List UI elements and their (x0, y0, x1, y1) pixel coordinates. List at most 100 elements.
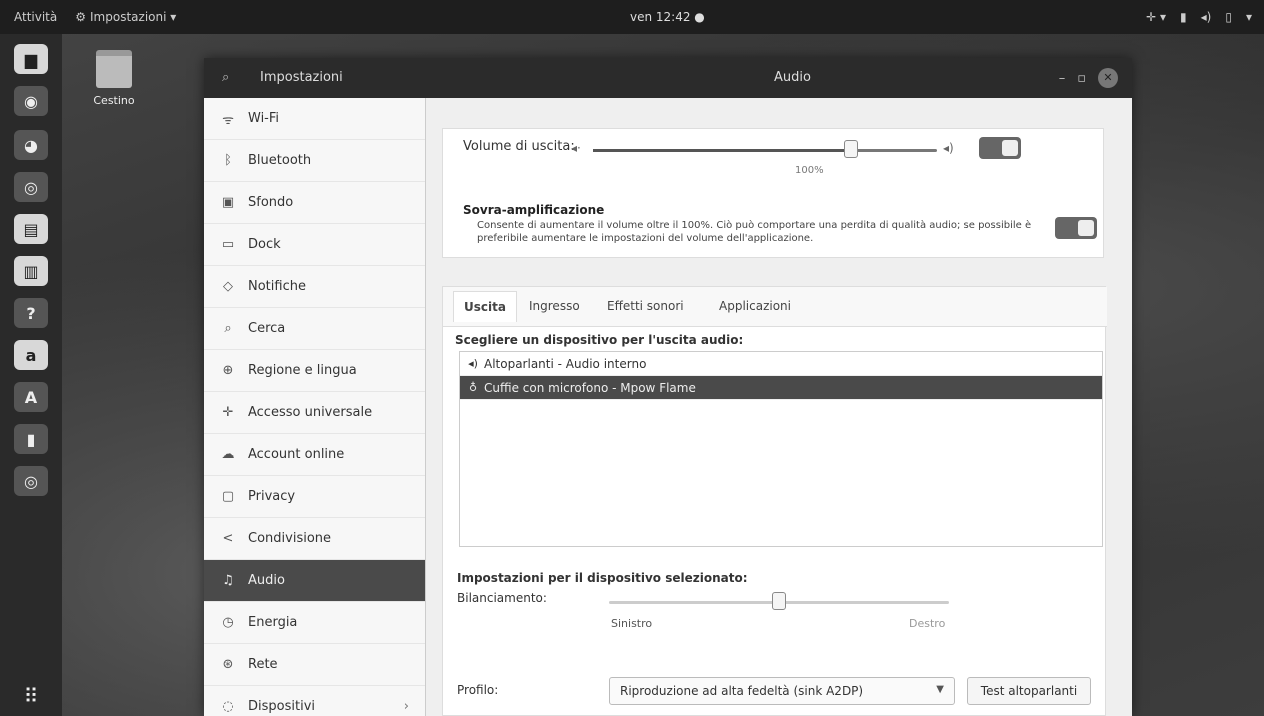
close-icon[interactable]: ✕ (1098, 68, 1118, 88)
chevron-right-icon: › (403, 699, 409, 714)
balance-right-label: Destro (909, 617, 946, 630)
sidebar-item-notifiche[interactable]: ◇ Notifiche (204, 266, 425, 308)
volume-panel: Volume di uscita: ◂· 100% ◂) Sovra-ampli… (442, 128, 1104, 258)
show-apps-icon[interactable]: ⠿ (18, 684, 44, 710)
activities-button[interactable]: Attività (14, 10, 57, 24)
sidebar-item-sfondo[interactable]: ▣ Sfondo (204, 182, 425, 224)
sidebar-item-cerca[interactable]: ⌕ Cerca (204, 308, 425, 350)
maximize-icon[interactable]: ▫ (1077, 71, 1086, 86)
sidebar-item-bluetooth[interactable]: ᛒ Bluetooth (204, 140, 425, 182)
background-icon: ▣ (221, 195, 235, 210)
sidebar-item-label: Condivisione (248, 531, 332, 546)
software-icon[interactable]: A (14, 382, 48, 412)
top-bar: Attività ⚙ Impostazioni ▾ ven 12:42 ● ✛ … (0, 0, 1264, 34)
volume-slider-knob[interactable] (844, 140, 858, 158)
audio-tab-bar: Uscita Ingresso Effetti sonori Applicazi… (443, 287, 1107, 327)
trash-desktop-icon[interactable]: Cestino (88, 50, 140, 107)
device-label: Cuffie con microfono - Mpow Flame (484, 380, 696, 395)
devices-icon: ◌ (222, 699, 234, 714)
network-icon[interactable]: ▮ (1180, 10, 1187, 24)
sidebar-item-accesso-universale[interactable]: ✛ Accesso universale (204, 392, 425, 434)
sidebar-item-audio[interactable]: ♫ Audio (204, 560, 425, 602)
sidebar-item-dock[interactable]: ▭ Dock (204, 224, 425, 266)
sidebar-item-label: Notifiche (248, 279, 306, 294)
notifications-icon: ◇ (223, 279, 233, 294)
tab-input[interactable]: Ingresso (529, 299, 580, 313)
chevron-down-icon: ▼ (936, 684, 944, 695)
minimize-icon[interactable]: – (1059, 71, 1066, 86)
amazon-icon[interactable]: a (14, 340, 48, 370)
headset-icon: ♁ (468, 381, 478, 394)
share-icon: < (222, 531, 234, 546)
page-title: Audio (774, 70, 811, 85)
sidebar-item-rete[interactable]: ⊛ Rete (204, 644, 425, 686)
sidebar-item-label: Accesso universale (248, 405, 373, 420)
profile-value: Riproduzione ad alta fedeltà (sink A2DP) (620, 684, 864, 698)
music-icon: ♫ (222, 573, 234, 588)
settings-window: ⌕ Impostazioni Audio – ▫ ✕ ᯤ Wi-Fi ᛒ Blueto… (204, 58, 1132, 716)
app-menu[interactable]: ⚙ Impostazioni ▾ (75, 10, 176, 24)
volume-slider-fill (593, 149, 851, 152)
balance-slider-knob[interactable] (772, 592, 786, 610)
sidebar-item-label: Cerca (248, 321, 286, 336)
device-label: Altoparlanti - Audio interno (484, 356, 647, 371)
bluetooth-icon: ᛒ (224, 153, 232, 168)
search-icon: ⌕ (224, 321, 232, 336)
output-volume-label: Volume di uscita: (463, 139, 575, 154)
window-app-title: Impostazioni (260, 70, 343, 85)
network-icon: ⊛ (222, 657, 234, 672)
system-tray[interactable]: ✛ ▾ ▮ ◂) ▯ ▾ (1146, 10, 1252, 24)
tab-sound-effects[interactable]: Effetti sonori (607, 299, 684, 313)
accessibility-icon[interactable]: ✛ ▾ (1146, 10, 1166, 24)
device-settings-label: Impostazioni per il dispositivo selezion… (457, 571, 748, 585)
amplification-toggle[interactable] (1055, 217, 1097, 239)
sidebar-item-wi-fi[interactable]: ᯤ Wi-Fi (204, 98, 425, 140)
clock[interactable]: ven 12:42 ● (630, 10, 705, 24)
libreoffice-impress-icon[interactable]: ▥ (14, 256, 48, 286)
files-icon[interactable]: ▆ (14, 44, 48, 74)
output-volume-slider[interactable] (593, 149, 937, 152)
cloud-icon: ☁ (221, 447, 235, 462)
volume-icon[interactable]: ◂) (1201, 10, 1212, 24)
sidebar-item-label: Rete (248, 657, 278, 672)
sidebar-item-condivisione[interactable]: < Condivisione (204, 518, 425, 560)
mute-toggle[interactable] (979, 137, 1021, 159)
help-icon[interactable]: ? (14, 298, 48, 328)
sidebar-item-label: Bluetooth (248, 153, 312, 168)
dock-icon: ▭ (221, 237, 235, 252)
disc-icon[interactable]: ◎ (14, 466, 48, 496)
sidebar-item-dispositivi[interactable]: ◌ Dispositivi › (204, 686, 425, 716)
sidebar-item-energia[interactable]: ◷ Energia (204, 602, 425, 644)
window-titlebar[interactable]: ⌕ Impostazioni Audio – ▫ ✕ (204, 58, 1132, 98)
sidebar-item-label: Regione e lingua (248, 363, 357, 378)
profile-label: Profilo: (457, 683, 499, 697)
usb-icon[interactable]: ▮ (14, 424, 48, 454)
settings-app-icon: ⚙ (75, 10, 87, 24)
device-row[interactable]: ◂) Altoparlanti - Audio interno (460, 352, 1102, 376)
amplification-title: Sovra-amplificazione (463, 203, 605, 217)
profile-dropdown[interactable]: Riproduzione ad alta fedeltà (sink A2DP)… (609, 677, 955, 705)
sidebar-item-account-online[interactable]: ☁ Account online (204, 434, 425, 476)
balance-left-label: Sinistro (611, 617, 653, 630)
tab-output[interactable]: Uscita (453, 291, 517, 322)
sidebar-item-regione-e-lingua[interactable]: ⊕ Regione e lingua (204, 350, 425, 392)
device-row[interactable]: ♁ Cuffie con microfono - Mpow Flame (460, 376, 1102, 400)
firefox-icon[interactable]: ◉ (14, 86, 48, 116)
system-menu-icon[interactable]: ▾ (1246, 10, 1252, 24)
amplification-description: Consente di aumentare il volume oltre il… (477, 220, 1032, 244)
volume-high-icon: ◂) (943, 141, 954, 155)
app-menu-label: Impostazioni ▾ (90, 10, 177, 24)
battery-icon[interactable]: ▯ (1225, 10, 1232, 24)
tab-applications[interactable]: Applicazioni (719, 299, 791, 313)
sidebar-item-privacy[interactable]: ▢ Privacy (204, 476, 425, 518)
rhythmbox-icon[interactable]: ◎ (14, 172, 48, 202)
window-controls: – ▫ ✕ (1059, 68, 1118, 88)
choose-device-label: Scegliere un dispositivo per l'uscita au… (455, 333, 744, 347)
sidebar-item-label: Audio (248, 573, 285, 588)
volume-low-icon: ◂· (571, 141, 581, 155)
thunderbird-icon[interactable]: ◕ (14, 130, 48, 160)
libreoffice-writer-icon[interactable]: ▤ (14, 214, 48, 244)
search-icon[interactable]: ⌕ (222, 70, 229, 85)
sidebar-item-label: Account online (248, 447, 345, 462)
test-speakers-button[interactable]: Test altoparlanti (967, 677, 1091, 705)
